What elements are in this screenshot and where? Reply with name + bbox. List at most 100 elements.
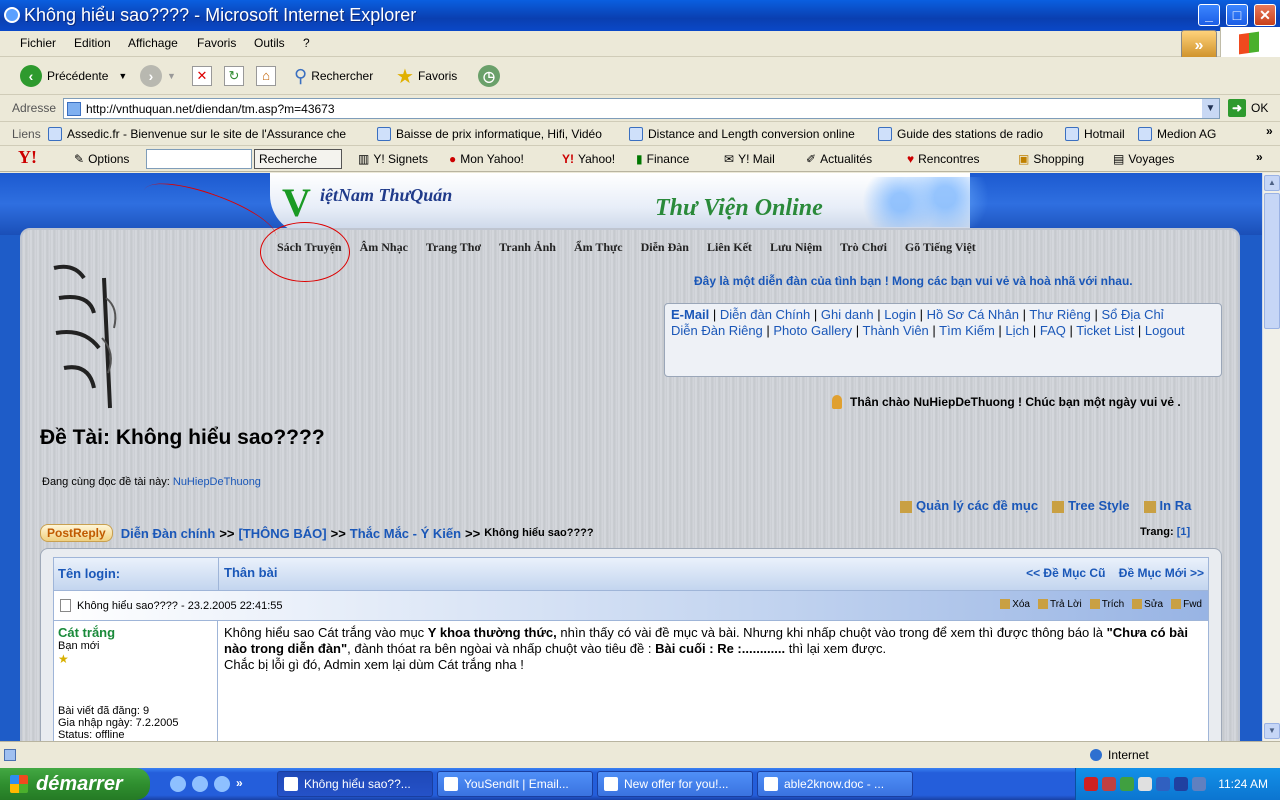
tray-antivirus-icon[interactable] [1084, 777, 1098, 791]
back-button[interactable]: ‹ Précédente ▼ [20, 64, 127, 88]
yahoo-options[interactable]: ✎ Options [74, 152, 129, 166]
ie-quicklaunch-icon[interactable] [170, 776, 186, 792]
newer-topic-link[interactable]: Đề Mục Mới >> [1119, 566, 1204, 580]
nav-tranh-anh[interactable]: Tranh Ảnh [499, 240, 556, 262]
taskbar-item-offer[interactable]: New offer for you!... [597, 771, 753, 797]
minimize-button[interactable]: _ [1198, 4, 1220, 26]
link-address-book[interactable]: Sổ Địa Chỉ [1101, 307, 1163, 322]
scroll-down-icon[interactable]: ▼ [1264, 723, 1280, 739]
link-logout[interactable]: Logout [1145, 323, 1185, 338]
taskbar-item-yousendit[interactable]: YouSendIt | Email... [437, 771, 593, 797]
tray-network-icon[interactable] [1120, 777, 1134, 791]
crumb-questions[interactable]: Thắc Mắc - Ý Kiến [350, 526, 461, 541]
go-button[interactable]: ➜ OK [1228, 99, 1268, 117]
link-main-forum[interactable]: Diễn đàn Chính [720, 307, 810, 322]
browser-quicklaunch-icon[interactable] [214, 776, 230, 792]
yahoo-signets[interactable]: ▥ Y! Signets [358, 152, 428, 166]
nav-go-tieng-viet[interactable]: Gõ Tiếng Việt [905, 240, 976, 262]
link-private-forum[interactable]: Diễn Đàn Riêng [671, 323, 763, 338]
link-private-messages[interactable]: Thư Riêng [1029, 307, 1090, 322]
link-baisse[interactable]: Baisse de prix informatique, Hifi, Vidéo [377, 127, 602, 141]
nav-trang-tho[interactable]: Trang Thơ [426, 240, 481, 262]
page-number[interactable]: [1] [1177, 526, 1190, 538]
menu-outils[interactable]: Outils [254, 36, 285, 50]
link-members[interactable]: Thành Viên [863, 323, 929, 338]
nav-am-thuc[interactable]: Ẩm Thực [574, 240, 623, 262]
delete-button[interactable]: Xóa [1000, 599, 1030, 610]
yahoo-shopping[interactable]: ▣ Shopping [1018, 152, 1084, 166]
refresh-button[interactable]: ↻ [224, 64, 244, 88]
nav-luu-niem[interactable]: Lưu Niệm [770, 240, 822, 262]
stop-button[interactable]: ✕ [192, 64, 212, 88]
address-dropdown-icon[interactable]: ▼ [1202, 99, 1219, 118]
media-quicklaunch-icon[interactable] [192, 776, 208, 792]
nav-dien-dan[interactable]: Diễn Đàn [641, 240, 689, 262]
link-search[interactable]: Tìm Kiếm [939, 323, 995, 338]
tree-style-link[interactable]: Tree Style [1052, 498, 1130, 513]
link-assedic[interactable]: Assedic.fr - Bienvenue sur le site de l'… [48, 127, 346, 141]
tray-security-icon[interactable] [1156, 777, 1170, 791]
link-distance[interactable]: Distance and Length conversion online [629, 127, 855, 141]
nav-am-nhac[interactable]: Âm Nhạc [360, 240, 408, 262]
quicklaunch-more-icon[interactable]: » [236, 776, 243, 792]
manage-topics-link[interactable]: Quản lý các đề mục [900, 498, 1038, 513]
author-name[interactable]: Cát trắng [58, 625, 213, 640]
tray-shield-icon[interactable] [1102, 777, 1116, 791]
forward-button[interactable]: › ▼ [140, 64, 176, 88]
yahoo-dating[interactable]: ♥ Rencontres [907, 152, 980, 166]
yahoo-finance[interactable]: ▮ Finance [636, 152, 689, 166]
yahoo-more-icon[interactable]: » [1256, 150, 1263, 164]
vertical-scrollbar[interactable]: ▲ ▼ [1262, 173, 1280, 741]
edit-button[interactable]: Sửa [1132, 599, 1163, 610]
home-button[interactable]: ⌂ [256, 64, 276, 88]
maximize-button[interactable]: □ [1226, 4, 1248, 26]
yahoo-my-yahoo[interactable]: ● Mon Yahoo! [449, 152, 524, 166]
yahoo-mail[interactable]: ✉ Y! Mail [724, 152, 775, 166]
yahoo-search-button[interactable]: Recherche [254, 149, 342, 169]
back-dropdown-icon[interactable]: ▼ [118, 71, 127, 81]
menu-affichage[interactable]: Affichage [128, 36, 178, 50]
nav-sach-truyen[interactable]: Sách Truyện [277, 240, 342, 262]
menu-help[interactable]: ? [303, 36, 310, 50]
quote-button[interactable]: Trích [1090, 599, 1124, 610]
reading-user-link[interactable]: NuHiepDeThuong [173, 476, 261, 488]
crumb-main-forum[interactable]: Diễn Đàn chính [121, 526, 216, 541]
link-email[interactable]: E-Mail [671, 307, 709, 322]
link-radio[interactable]: Guide des stations de radio [878, 127, 1043, 141]
link-calendar[interactable]: Lịch [1005, 323, 1029, 338]
link-medion[interactable]: Medion AG [1138, 127, 1216, 141]
tray-usb-icon[interactable] [1138, 777, 1152, 791]
nav-lien-ket[interactable]: Liên Kết [707, 240, 752, 262]
crumb-announcements[interactable]: [THÔNG BÁO] [239, 526, 327, 541]
start-button[interactable]: démarrer [0, 768, 150, 800]
yahoo-news[interactable]: ✐ Actualités [806, 152, 872, 166]
link-login[interactable]: Login [884, 307, 916, 322]
yahoo-logo[interactable]: Y! [18, 147, 37, 168]
menu-edition[interactable]: Edition [74, 36, 111, 50]
post-reply-button[interactable]: PostReply [40, 524, 113, 542]
taskbar-item-word[interactable]: able2know.doc - ... [757, 771, 913, 797]
tray-messenger-icon[interactable] [1174, 777, 1188, 791]
nav-tro-choi[interactable]: Trò Chơi [840, 240, 887, 262]
tray-volume-icon[interactable] [1192, 777, 1206, 791]
menu-fichier[interactable]: Fichier [20, 36, 56, 50]
search-button[interactable]: ⚲ Rechercher [294, 64, 373, 88]
yahoo-search-input[interactable] [146, 149, 252, 169]
favorites-button[interactable]: ★ Favoris [396, 64, 457, 88]
older-topic-link[interactable]: << Đề Mục Cũ [1026, 566, 1105, 580]
yahoo-home[interactable]: Y! Yahoo! [562, 152, 615, 166]
taskbar-item-ie[interactable]: Không hiểu sao??... [277, 771, 433, 797]
print-link[interactable]: In Ra [1143, 498, 1191, 513]
scroll-thumb[interactable] [1264, 193, 1280, 329]
yahoo-travel[interactable]: ▤ Voyages [1113, 152, 1174, 166]
link-register[interactable]: Ghi danh [821, 307, 874, 322]
address-input[interactable]: http://vnthuquan.net/diendan/tm.asp?m=43… [63, 98, 1220, 119]
link-ticket-list[interactable]: Ticket List [1076, 323, 1134, 338]
forward-button[interactable]: Fwd [1171, 599, 1202, 610]
history-button[interactable]: ◷ [478, 64, 500, 88]
links-more-icon[interactable]: » [1266, 124, 1273, 138]
reply-button[interactable]: Trả Lời [1038, 599, 1082, 610]
link-faq[interactable]: FAQ [1040, 323, 1066, 338]
close-button[interactable]: ✕ [1254, 4, 1276, 26]
link-hotmail[interactable]: Hotmail [1065, 127, 1125, 141]
